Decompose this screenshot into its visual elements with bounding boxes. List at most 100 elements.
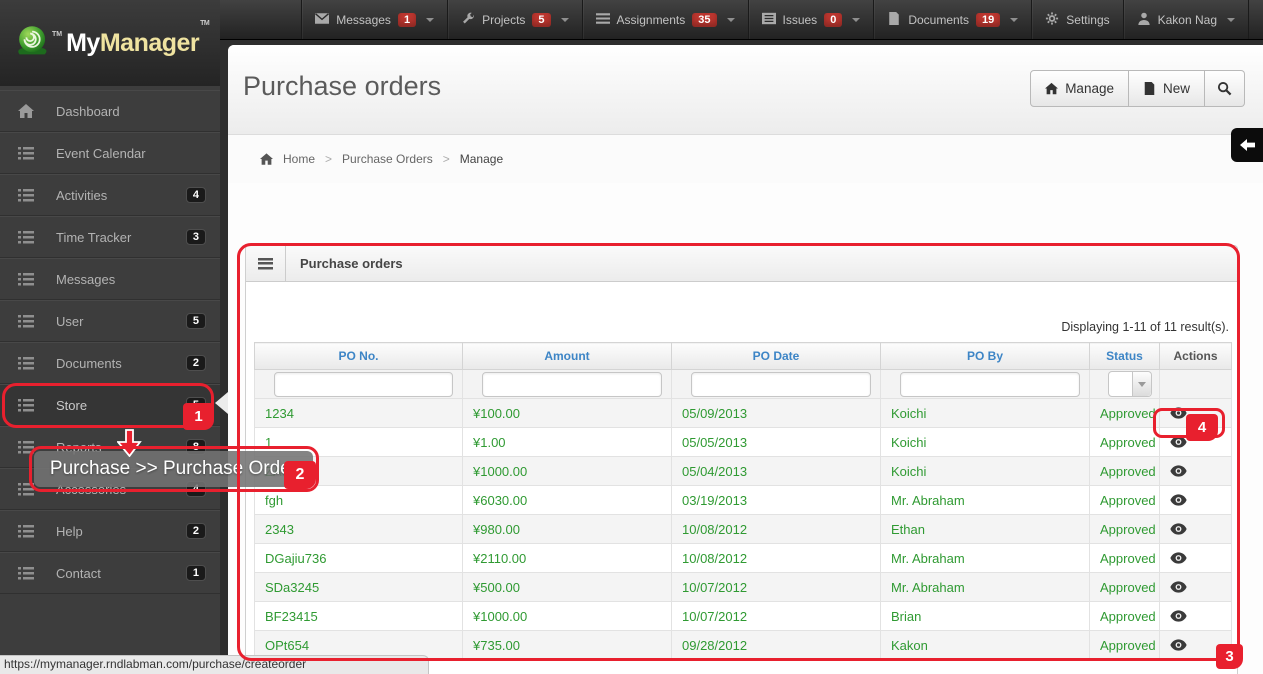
eye-icon	[1170, 494, 1187, 506]
filter-input-amount[interactable]	[482, 371, 662, 397]
manage-button[interactable]: Manage	[1030, 70, 1129, 107]
results-summary: Displaying 1-11 of 11 result(s).	[1061, 320, 1229, 334]
document-icon	[887, 11, 901, 28]
view-action[interactable]	[1159, 601, 1232, 631]
view-action[interactable]	[1159, 543, 1232, 573]
annotation-badge-2: 2	[284, 461, 316, 489]
annotation-arrow-down-icon	[116, 429, 142, 462]
list-icon	[18, 356, 34, 370]
count-badge: 2	[185, 523, 206, 539]
nav-item-user-menu[interactable]: Kakon Nag	[1122, 0, 1249, 39]
count-badge: 2	[185, 355, 206, 371]
sidebar-item-messages[interactable]: Messages	[0, 258, 220, 300]
annotation-badge-4: 4	[1186, 414, 1218, 441]
table-row: 1 ¥1.00 05/05/2013 Koichi Approved	[254, 427, 1232, 457]
sidebar-item-dashboard[interactable]: Dashboard	[0, 90, 220, 132]
col-header-po-no[interactable]: PO No.	[254, 342, 463, 370]
hamburger-icon	[258, 257, 273, 270]
chevron-down-icon	[726, 17, 735, 22]
status-filter-select[interactable]	[1108, 371, 1152, 397]
app-logo[interactable]: TM MyManagerTM	[0, 0, 220, 86]
main-content: Purchase orders Manage New Home > Purcha…	[228, 45, 1263, 674]
nav-item-settings[interactable]: Settings	[1031, 0, 1122, 39]
sidebar-item-user[interactable]: User 5	[0, 300, 220, 342]
filter-input-po-no[interactable]	[274, 371, 453, 397]
sidebar-item-help[interactable]: Help 2	[0, 510, 220, 552]
view-action[interactable]	[1159, 514, 1232, 544]
table-row: 1234 ¥100.00 05/09/2013 Koichi Approved	[254, 398, 1232, 428]
nav-item-messages[interactable]: Messages 1	[301, 0, 447, 39]
list-icon	[18, 272, 34, 286]
sidebar-item-time-tracker[interactable]: Time Tracker 3	[0, 216, 220, 258]
sidebar-item-documents[interactable]: Documents 2	[0, 342, 220, 384]
eye-icon	[1170, 581, 1187, 593]
list-icon	[18, 566, 34, 580]
col-header-actions: Actions	[1159, 342, 1232, 370]
table-row: ZAW3 ¥1000.00 05/04/2013 Koichi Approved	[254, 456, 1232, 486]
chevron-down-icon	[560, 17, 569, 22]
envelope-icon	[315, 12, 330, 28]
nav-label: Issues	[782, 12, 818, 27]
list-icon	[18, 314, 34, 328]
file-icon	[1144, 82, 1155, 95]
eye-icon	[1170, 523, 1187, 535]
sidebar-item-activities[interactable]: Activities 4	[0, 174, 220, 216]
sidebar-item-contact[interactable]: Contact 1	[0, 552, 220, 594]
breadcrumb-separator-icon: >	[442, 152, 450, 166]
select-dropdown-button[interactable]	[1132, 372, 1151, 396]
nav-count-badge: 5	[532, 12, 551, 27]
col-header-po-date[interactable]: PO Date	[671, 342, 881, 370]
col-header-amount[interactable]: Amount	[462, 342, 672, 370]
view-action[interactable]	[1159, 456, 1232, 486]
breadcrumb-purchase-orders[interactable]: Purchase Orders	[342, 152, 433, 166]
view-action[interactable]	[1159, 485, 1232, 515]
nav-label: Documents	[908, 12, 970, 27]
list-icon	[18, 524, 34, 538]
list-icon	[18, 188, 34, 202]
snail-logo-icon	[15, 24, 51, 63]
col-header-po-by[interactable]: PO By	[880, 342, 1090, 370]
breadcrumb-home-icon	[260, 153, 273, 165]
list-icon	[18, 440, 34, 454]
panel-header: Purchase orders	[246, 246, 1237, 282]
view-action[interactable]	[1159, 572, 1232, 602]
collapse-sidebar-button[interactable]	[1231, 128, 1263, 162]
filter-input-po-by[interactable]	[900, 371, 1080, 397]
breadcrumb-separator-icon: >	[325, 152, 333, 166]
issues-list-icon	[761, 12, 776, 28]
count-badge: 5	[185, 313, 206, 329]
nav-label: Messages	[336, 12, 391, 27]
search-button[interactable]	[1205, 70, 1245, 107]
table-row: DGajiu736 ¥2110.00 10/08/2012 Mr. Abraha…	[254, 543, 1232, 573]
annotation-badge-1: 1	[183, 403, 214, 430]
nav-count-badge: 35	[692, 12, 717, 27]
panel-menu-button[interactable]	[246, 246, 286, 281]
eye-icon	[1170, 639, 1187, 651]
nav-item-assignments[interactable]: Assignments 35	[581, 0, 748, 39]
nav-label: Assignments	[616, 12, 686, 27]
trademark-symbol: TM	[52, 30, 63, 38]
count-badge: 1	[185, 565, 206, 581]
wrench-icon	[461, 12, 475, 28]
panel-body: Displaying 1-11 of 11 result(s). PO No. …	[246, 320, 1237, 660]
list-icon	[18, 146, 34, 160]
status-bar: https://mymanager.rndlabman.com/purchase…	[0, 655, 429, 674]
table-filter-row	[254, 369, 1232, 399]
annotation-badge-3: 3	[1216, 644, 1243, 669]
purchase-orders-table: PO No. Amount PO Date PO By Status Actio…	[254, 342, 1232, 660]
nav-item-projects[interactable]: Projects 5	[447, 0, 581, 39]
search-icon	[1217, 81, 1232, 96]
nav-item-issues[interactable]: Issues 0	[747, 0, 874, 39]
gear-icon	[1045, 11, 1059, 28]
eye-icon	[1170, 465, 1187, 477]
eye-icon	[1170, 610, 1187, 622]
col-header-status[interactable]: Status	[1089, 342, 1160, 370]
filter-input-po-date[interactable]	[691, 371, 871, 397]
sidebar-item-event-calendar[interactable]: Event Calendar	[0, 132, 220, 174]
new-button[interactable]: New	[1128, 70, 1205, 107]
breadcrumb-home[interactable]: Home	[283, 152, 315, 166]
count-badge: 4	[185, 187, 206, 203]
chevron-down-icon	[1010, 17, 1019, 22]
sidebar: Dashboard Event Calendar Activities 4 Ti…	[0, 86, 220, 674]
nav-item-documents[interactable]: Documents 19	[873, 0, 1031, 39]
